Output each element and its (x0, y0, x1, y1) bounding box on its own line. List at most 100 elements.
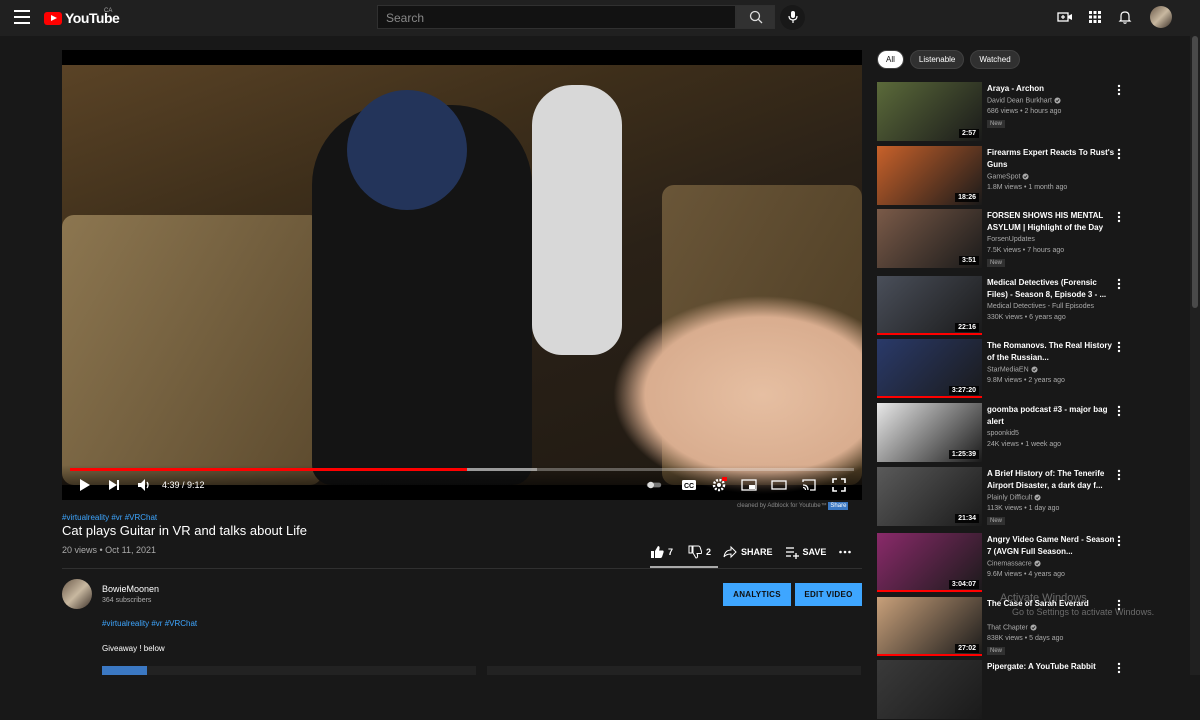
recommendation-thumbnail[interactable]: 22:16 (877, 276, 982, 335)
video-player[interactable]: 4:39 / 9:12 CC (62, 50, 862, 500)
more-vertical-icon[interactable] (1117, 84, 1121, 96)
notifications-bell-icon[interactable] (1117, 9, 1133, 25)
recommendation-channel[interactable]: Plainly Difficult (987, 494, 1041, 501)
recommendation-title[interactable]: Firearms Expert Reacts To Rust's Guns (987, 147, 1115, 171)
channel-label: Plainly Difficult (987, 494, 1033, 502)
create-video-icon[interactable] (1057, 9, 1073, 25)
recommendation-channel[interactable]: David Dean Burkhart (987, 97, 1061, 104)
recommendation-thumbnail[interactable]: 27:02 (877, 597, 982, 656)
recommendation-item[interactable]: 3:51 FORSEN SHOWS HIS MENTAL ASYLUM | Hig… (877, 209, 1182, 269)
autoplay-toggle-icon[interactable] (646, 477, 662, 493)
cast-icon[interactable] (801, 477, 817, 493)
adblock-share-button[interactable]: Share (828, 502, 849, 510)
edit-video-button[interactable]: EDIT VIDEO (795, 583, 862, 606)
settings-gear-icon[interactable] (711, 477, 727, 493)
recommendation-item[interactable]: 21:34 A Brief History of: The Tenerife Ai… (877, 467, 1182, 527)
new-badge: New (987, 120, 1006, 128)
recommendation-item[interactable]: 2:57 Araya - Archon David Dean Burkhart 68… (877, 82, 1182, 142)
recommendation-channel[interactable]: Cinemassacre (987, 560, 1041, 567)
chip-watched[interactable]: Watched (970, 50, 1020, 69)
recommendation-thumbnail[interactable]: 1:25:39 (877, 403, 982, 462)
scrollbar-thumb[interactable] (1192, 36, 1198, 308)
account-avatar[interactable] (1150, 6, 1172, 28)
menu-icon[interactable] (14, 10, 30, 24)
recommendation-views: 9.6M views • 4 years ago (987, 571, 1065, 578)
recommendation-title[interactable]: The Romanovs. The Real History of the Ru… (987, 340, 1115, 364)
play-icon[interactable] (76, 477, 92, 493)
more-vertical-icon[interactable] (1117, 211, 1121, 223)
youtube-logo[interactable]: YouTube CA (44, 8, 120, 26)
recommendation-title[interactable]: Araya - Archon (987, 83, 1115, 95)
recommendation-item[interactable]: 27:02 The Case of Sarah Everard That Chapt… (877, 597, 1182, 657)
apps-grid-icon[interactable] (1087, 9, 1103, 25)
recommendation-thumbnail[interactable]: 3:27:20 (877, 339, 982, 398)
more-vertical-icon[interactable] (1117, 405, 1121, 417)
miniplayer-icon[interactable] (741, 477, 757, 493)
share-label: SHARE (741, 547, 773, 557)
recommendation-item[interactable]: 18:26 Firearms Expert Reacts To Rust's Gu… (877, 146, 1182, 206)
more-vertical-icon[interactable] (1117, 535, 1121, 547)
save-playlist-icon (785, 547, 799, 559)
chip-all[interactable]: All (877, 50, 904, 69)
watched-progress (877, 396, 982, 398)
cat-figure (532, 85, 622, 355)
dislike-button[interactable]: 2 (688, 543, 711, 561)
recommendation-thumbnail[interactable]: 3:04:07 (877, 533, 982, 592)
captions-icon[interactable]: CC (681, 477, 697, 493)
recommendation-channel[interactable]: ForsenUpdates (987, 236, 1035, 243)
video-duration: 3:27:20 (948, 386, 979, 395)
recommendation-channel[interactable]: Medical Detectives - Full Episodes (987, 303, 1094, 310)
recommendation-title[interactable]: Medical Detectives (Forensic Files) - Se… (987, 277, 1115, 301)
more-vertical-icon[interactable] (1117, 469, 1121, 481)
search-input[interactable]: Search (377, 5, 736, 29)
verified-check-icon (1034, 494, 1041, 501)
channel-name[interactable]: BowieMoonen (102, 584, 159, 594)
recommendation-channel[interactable]: spoonkid5 (987, 430, 1019, 437)
recommendation-item[interactable]: 3:27:20 The Romanovs. The Real History of… (877, 339, 1182, 399)
recommendation-thumbnail[interactable]: 21:34 (877, 467, 982, 526)
activation-watermark: Activate Windows (1000, 592, 1087, 604)
recommendation-title[interactable]: Pipergate: A YouTube Rabbit (987, 661, 1115, 673)
scrollbar[interactable] (1190, 36, 1200, 675)
adblock-note: cleaned by Adblock for Youtube™ Share (737, 502, 849, 510)
fullscreen-icon[interactable] (831, 477, 847, 493)
recommendation-channel[interactable]: StarMediaEN (987, 366, 1038, 373)
analytics-button[interactable]: ANALYTICS (723, 583, 791, 606)
more-vertical-icon[interactable] (1117, 662, 1121, 674)
video-hashtags[interactable]: #virtualreality #vr #VRChat (62, 513, 157, 522)
recommendation-channel[interactable]: That Chapter (987, 624, 1037, 631)
recommendation-thumbnail[interactable]: 18:26 (877, 146, 982, 205)
recommendation-item[interactable]: 3:04:07 Angry Video Game Nerd - Season 7 … (877, 533, 1182, 593)
channel-label: ForsenUpdates (987, 236, 1035, 243)
search-button[interactable] (736, 5, 775, 29)
recommendation-title[interactable]: goomba podcast #3 - major bag alert (987, 404, 1115, 428)
channel-avatar[interactable] (62, 579, 92, 609)
recommendation-thumbnail[interactable] (877, 660, 982, 719)
more-vertical-icon[interactable] (1117, 148, 1121, 160)
more-vertical-icon[interactable] (1117, 341, 1121, 353)
progress-bar[interactable] (70, 468, 854, 471)
more-actions-button[interactable] (838, 543, 856, 561)
volume-icon[interactable] (136, 477, 152, 493)
description-hashtags[interactable]: #virtualreality #vr #VRChat (102, 619, 197, 628)
recommendation-thumbnail[interactable]: 2:57 (877, 82, 982, 141)
next-icon[interactable] (106, 477, 122, 493)
channel-label: GameSpot (987, 173, 1021, 181)
chip-listenable[interactable]: Listenable (909, 50, 965, 69)
description-link-block[interactable] (102, 666, 147, 675)
recommendation-item[interactable]: 1:25:39 goomba podcast #3 - major bag ale… (877, 403, 1182, 463)
voice-search-button[interactable] (780, 5, 805, 30)
recommendation-item[interactable]: 22:16 Medical Detectives (Forensic Files)… (877, 276, 1182, 336)
share-button[interactable]: SHARE (723, 543, 773, 561)
like-button[interactable]: 7 (650, 543, 673, 561)
recommendation-title[interactable]: FORSEN SHOWS HIS MENTAL ASYLUM | Highlig… (987, 210, 1115, 234)
filter-chips: All Listenable Watched (877, 50, 1020, 69)
recommendation-channel[interactable]: GameSpot (987, 173, 1029, 180)
recommendation-item[interactable]: Pipergate: A YouTube Rabbit (877, 660, 1182, 720)
more-vertical-icon[interactable] (1117, 278, 1121, 290)
theater-mode-icon[interactable] (771, 477, 787, 493)
recommendation-title[interactable]: Angry Video Game Nerd - Season 7 (AVGN F… (987, 534, 1115, 558)
recommendation-thumbnail[interactable]: 3:51 (877, 209, 982, 268)
recommendation-title[interactable]: A Brief History of: The Tenerife Airport… (987, 468, 1115, 492)
save-button[interactable]: SAVE (785, 543, 826, 561)
